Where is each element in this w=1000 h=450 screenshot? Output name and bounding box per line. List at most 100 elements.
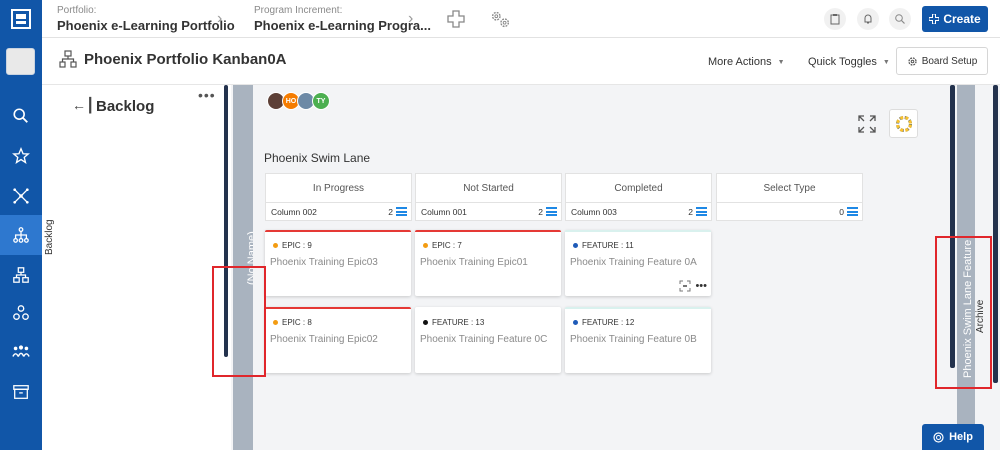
more-actions-label: More Actions xyxy=(708,56,772,68)
avatar[interactable]: TY xyxy=(312,92,330,110)
work-item-card[interactable]: EPIC : 8 Phoenix Training Epic02 xyxy=(265,307,411,373)
nav-search[interactable] xyxy=(0,96,42,136)
chevron-right-icon: › xyxy=(217,10,223,27)
type-dot-icon xyxy=(423,243,428,248)
nav-teams[interactable] xyxy=(0,332,42,372)
expand-icon[interactable] xyxy=(857,114,877,134)
left-nav xyxy=(0,0,42,450)
app-logo-icon[interactable] xyxy=(11,9,31,29)
card-type-label: FEATURE : 13 xyxy=(432,318,485,327)
column-count: 2 xyxy=(388,207,393,217)
clipboard-icon[interactable] xyxy=(824,8,846,30)
add-icon[interactable] xyxy=(444,7,468,31)
archive-icon xyxy=(13,385,29,399)
column-header[interactable]: Not Started xyxy=(415,173,562,203)
card-type-label: EPIC : 7 xyxy=(432,241,462,250)
card-type: FEATURE : 12 xyxy=(573,318,634,327)
caret-down-icon: ▼ xyxy=(882,58,890,66)
help-button[interactable]: Help xyxy=(922,424,984,450)
backlog-title: Backlog xyxy=(96,98,155,115)
nav-connections[interactable] xyxy=(0,176,42,216)
work-item-card[interactable]: FEATURE : 13 Phoenix Training Feature 0C xyxy=(415,307,561,373)
backlog-vertical-label[interactable]: Backlog xyxy=(44,219,55,255)
highlight-box xyxy=(935,236,992,389)
breadcrumb-portfolio[interactable]: Portfolio: Phoenix e-Learning Portfolio xyxy=(57,5,235,33)
card-title: Phoenix Training Feature 0B xyxy=(570,334,697,345)
card-title: Phoenix Training Feature 0C xyxy=(420,334,548,345)
card-type-label: EPIC : 9 xyxy=(282,241,312,250)
board-setup-label: Board Setup xyxy=(921,55,978,67)
network-icon xyxy=(13,188,29,204)
column-count: 0 xyxy=(839,207,844,217)
team-icon xyxy=(12,345,30,357)
card-title: Phoenix Training Epic01 xyxy=(420,257,528,268)
column-header[interactable]: Completed xyxy=(565,173,712,203)
more-options-icon[interactable]: ••• xyxy=(695,280,707,292)
card-type-label: EPIC : 8 xyxy=(282,318,312,327)
highlight-box xyxy=(212,266,266,377)
quick-toggles-dropdown[interactable]: Quick Toggles ▼ xyxy=(808,56,890,68)
org-chart-icon xyxy=(59,50,77,68)
hierarchy-icon xyxy=(13,227,29,243)
column-count: 2 xyxy=(538,207,543,217)
help-label: Help xyxy=(949,431,973,443)
board-setup-button[interactable]: Board Setup xyxy=(896,47,988,75)
color-wheel-button[interactable] xyxy=(889,109,918,138)
portfolio-label: Portfolio: xyxy=(57,5,97,16)
member-avatars: HO TY xyxy=(267,92,330,110)
notification-bell-icon[interactable] xyxy=(857,8,879,30)
page-title: Phoenix Portfolio Kanban0A xyxy=(84,51,287,68)
card-type: FEATURE : 11 xyxy=(573,241,634,250)
column-sub-header: Column 001 2 xyxy=(415,203,562,221)
type-dot-icon xyxy=(273,320,278,325)
focus-icon[interactable] xyxy=(679,280,691,292)
create-button[interactable]: Create xyxy=(922,6,988,32)
card-type: FEATURE : 13 xyxy=(423,318,484,327)
color-wheel-icon xyxy=(895,115,912,132)
column-sub-header: 0 xyxy=(716,203,863,221)
card-type: EPIC : 8 xyxy=(273,318,312,327)
column-sub-header: Column 003 2 xyxy=(565,203,712,221)
menu-icon[interactable] xyxy=(696,207,707,216)
star-icon xyxy=(12,147,30,164)
nav-hierarchy[interactable] xyxy=(0,215,42,255)
column-header[interactable]: Select Type xyxy=(716,173,863,203)
nav-portfolio[interactable] xyxy=(0,255,42,295)
sub-header: Phoenix Portfolio Kanban0A More Actions … xyxy=(42,38,1000,85)
breadcrumb-program-increment[interactable]: Program Increment: Phoenix e-Learning Pr… xyxy=(254,5,431,33)
nav-groups[interactable] xyxy=(0,293,42,333)
cluster-icon xyxy=(13,305,29,320)
column-header[interactable]: In Progress xyxy=(265,173,412,203)
collapse-arrow-icon[interactable]: ←┃ xyxy=(72,97,94,114)
menu-icon[interactable] xyxy=(546,207,557,216)
card-actions: ••• xyxy=(679,280,707,292)
work-item-card[interactable]: FEATURE : 11 Phoenix Training Feature 0A… xyxy=(565,230,711,296)
user-avatar[interactable] xyxy=(6,48,35,75)
card-title: Phoenix Training Feature 0A xyxy=(570,257,697,268)
column-sub-header: Column 002 2 xyxy=(265,203,412,221)
search-icon[interactable] xyxy=(889,8,911,30)
gear-icon xyxy=(908,56,917,66)
more-options-icon[interactable]: ••• xyxy=(198,87,216,103)
type-dot-icon xyxy=(573,320,578,325)
settings-gears-icon[interactable] xyxy=(488,7,512,31)
portfolio-value[interactable]: Phoenix e-Learning Portfolio xyxy=(57,18,235,33)
pi-label: Program Increment: xyxy=(254,5,343,16)
work-item-card[interactable]: EPIC : 9 Phoenix Training Epic03 xyxy=(265,230,411,296)
nav-archive[interactable] xyxy=(0,372,42,412)
menu-icon[interactable] xyxy=(847,207,858,216)
menu-icon[interactable] xyxy=(396,207,407,216)
work-item-card[interactable]: EPIC : 7 Phoenix Training Epic01 xyxy=(415,230,561,296)
more-actions-dropdown[interactable]: More Actions ▼ xyxy=(708,56,785,68)
top-bar: Portfolio: Phoenix e-Learning Portfolio … xyxy=(42,0,1000,38)
nav-favorites[interactable] xyxy=(0,136,42,176)
quick-toggles-label: Quick Toggles xyxy=(808,56,877,68)
swimlane-title: Phoenix Swim Lane xyxy=(264,151,371,165)
backlog-panel: ←┃ Backlog ••• Backlog xyxy=(42,85,223,450)
card-type-label: FEATURE : 12 xyxy=(582,318,635,327)
pi-value[interactable]: Phoenix e-Learning Progra... xyxy=(254,18,431,33)
caret-down-icon: ▼ xyxy=(777,58,785,66)
card-type-label: FEATURE : 11 xyxy=(582,241,634,250)
column-name: Column 001 xyxy=(421,207,467,217)
work-item-card[interactable]: FEATURE : 12 Phoenix Training Feature 0B xyxy=(565,307,711,373)
